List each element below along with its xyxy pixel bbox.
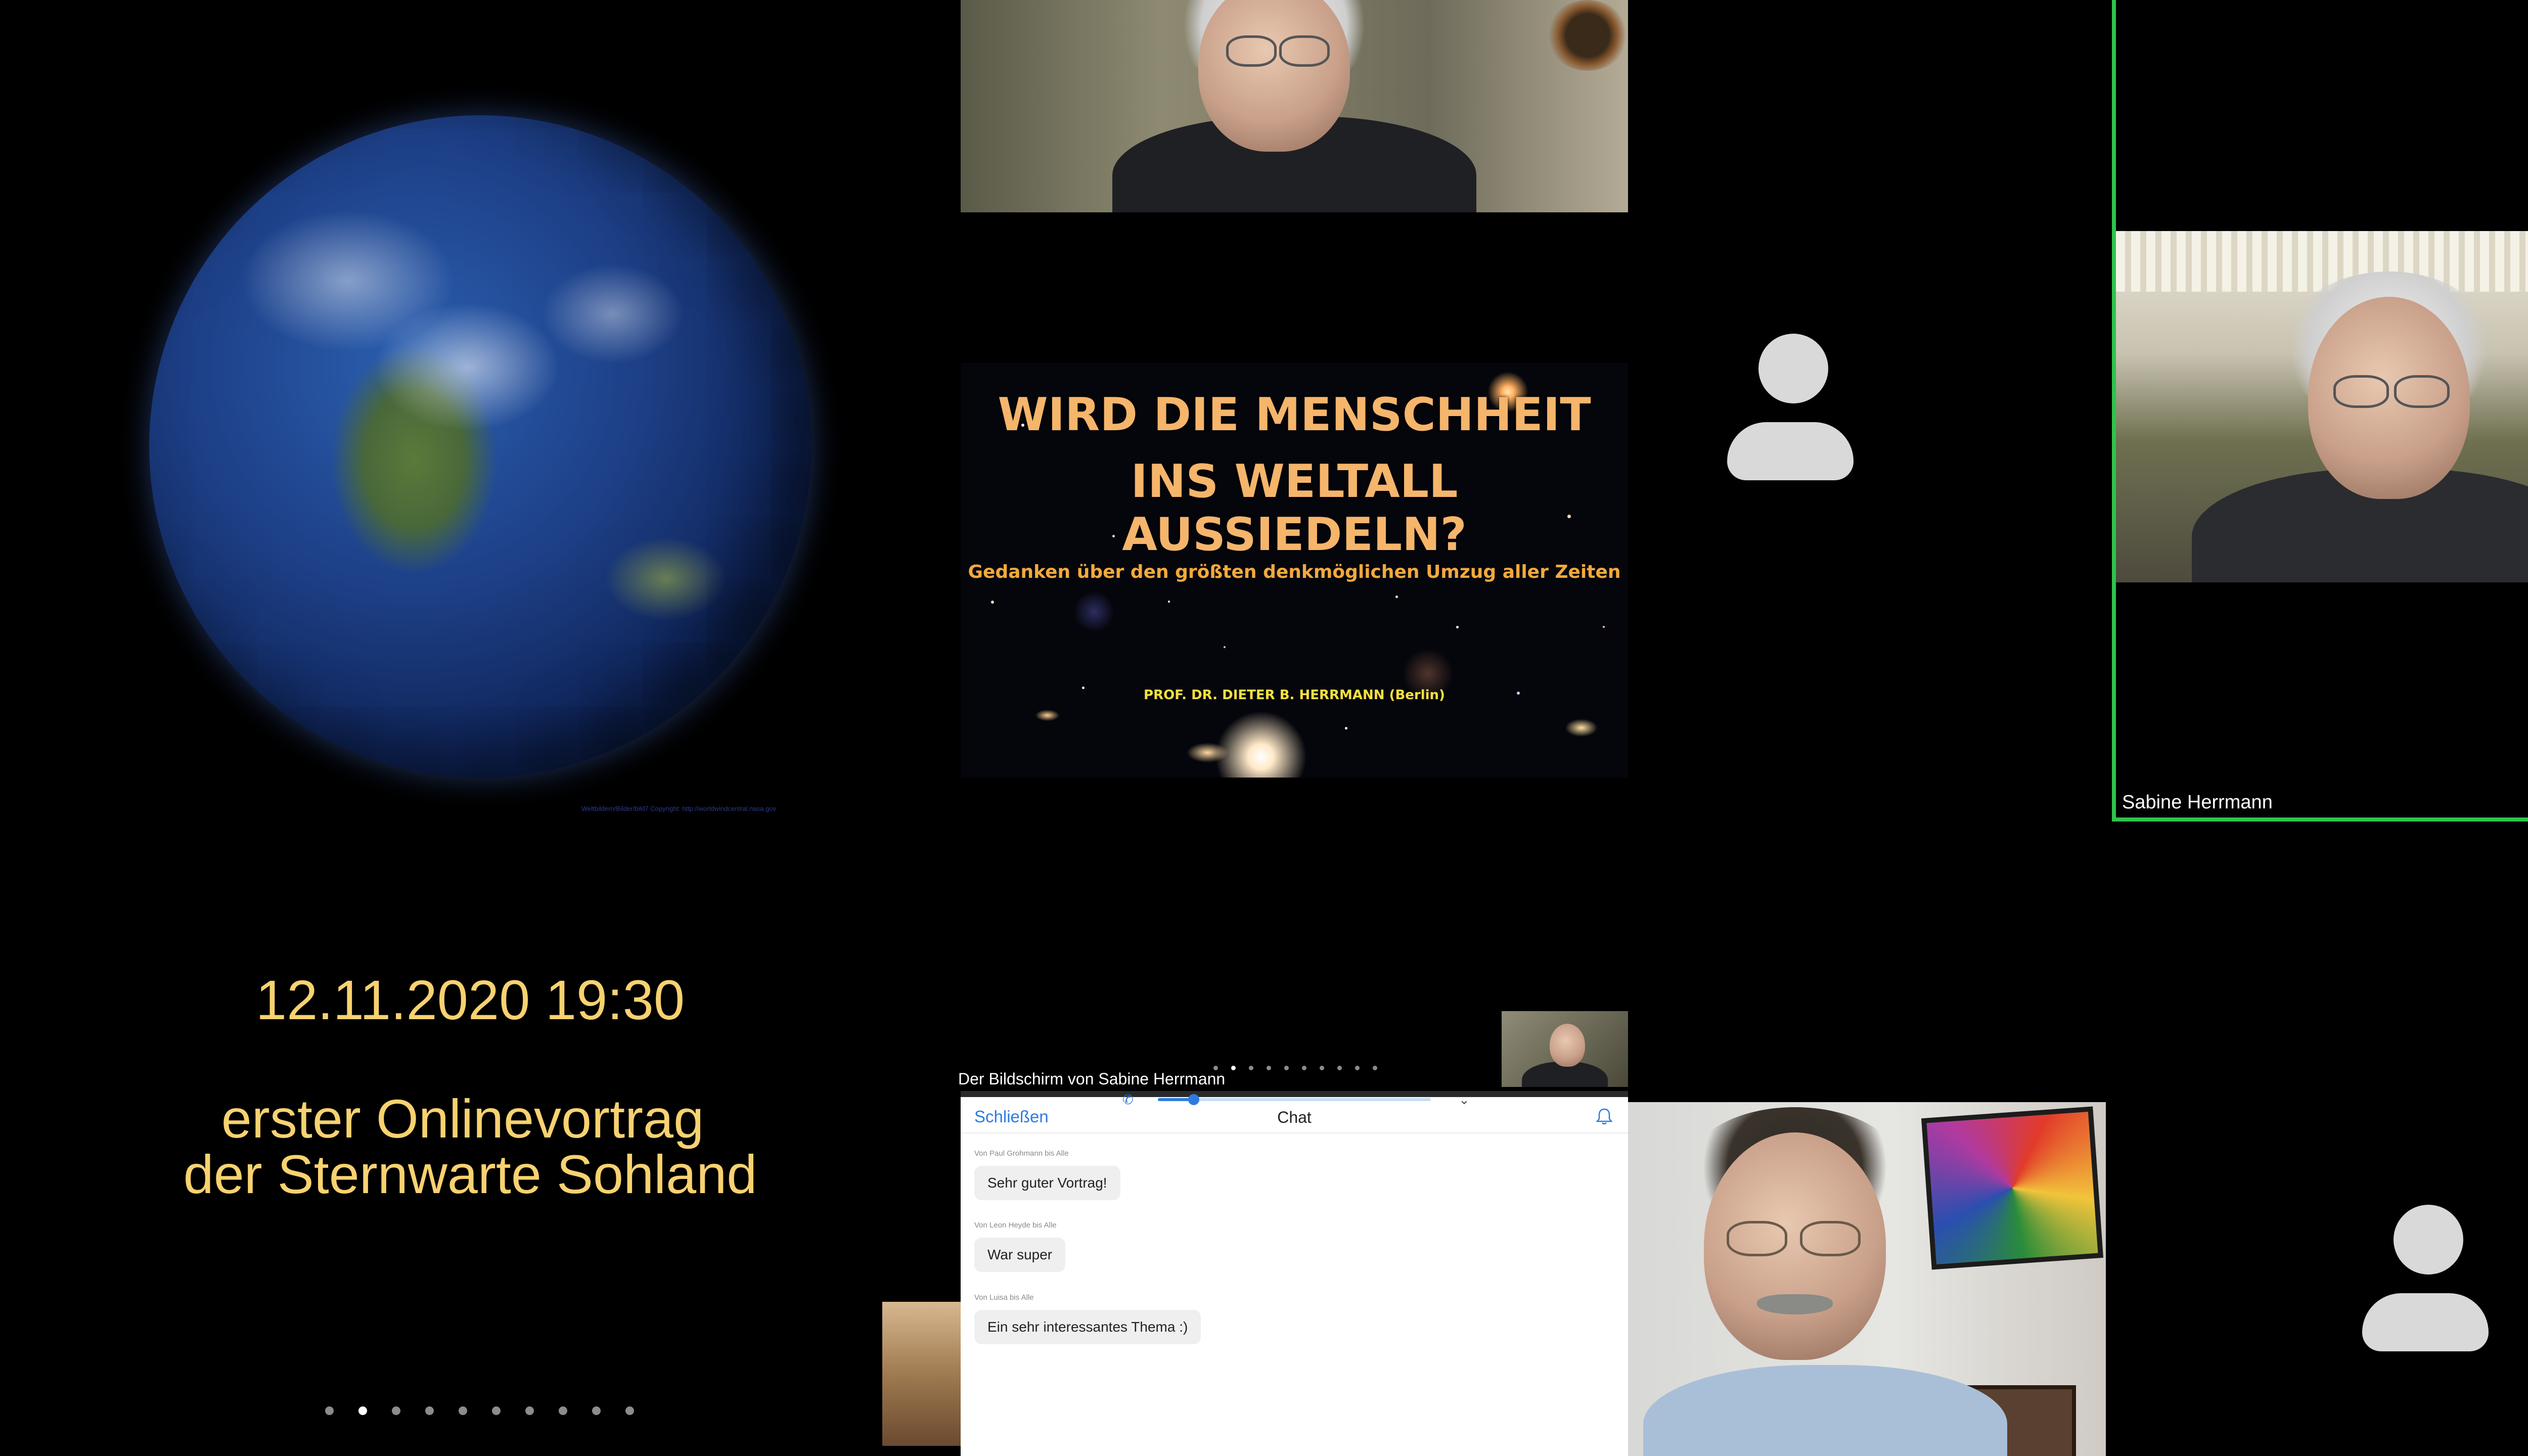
carousel-dot[interactable] (358, 1406, 367, 1415)
carousel-dot[interactable] (392, 1406, 400, 1415)
chat-message: Sehr guter Vortrag! (974, 1166, 1120, 1200)
participant-video-small[interactable] (1502, 1011, 1628, 1087)
carousel-dot[interactable] (325, 1406, 334, 1415)
participant-face (1550, 1024, 1585, 1067)
chevron-down-icon[interactable]: ⌄ (1459, 1092, 1474, 1107)
carousel-dot[interactable] (492, 1406, 501, 1415)
chat-top-bar (961, 1091, 1628, 1097)
carousel-dot[interactable] (1267, 1066, 1271, 1070)
participant-video-top[interactable] (961, 0, 1628, 212)
carousel-dot[interactable] (1284, 1066, 1289, 1070)
carousel-dots[interactable] (325, 1406, 634, 1415)
chat-message-meta: Von Luisa bis Alle (974, 1293, 1034, 1302)
bell-icon[interactable] (1594, 1106, 1614, 1126)
active-speaker-frame (2112, 0, 2528, 822)
user-avatar-icon (1727, 334, 1854, 480)
slide-title-line1: WIRD DIE MENSCHHEIT (998, 388, 1591, 441)
glasses (1279, 35, 1330, 67)
chat-message: War super (974, 1238, 1066, 1272)
participant-video-partial[interactable] (882, 1302, 961, 1446)
event-title-line1: erster Onlinevortrag (221, 1088, 704, 1149)
volume-slider-handle[interactable] (1188, 1094, 1199, 1105)
earth-image (149, 115, 811, 778)
active-speaker-name: Sabine Herrmann (2122, 792, 2273, 813)
participant-face (1198, 0, 1350, 152)
carousel-dot[interactable] (1249, 1066, 1253, 1070)
chat-title: Chat (1277, 1108, 1312, 1126)
chat-divider (961, 1132, 1628, 1133)
moustache (1757, 1294, 1833, 1314)
glasses (1727, 1221, 1787, 1256)
glasses (1800, 1221, 1861, 1256)
carousel-dot[interactable] (1231, 1066, 1236, 1070)
wall-decoration (1547, 0, 1628, 71)
carousel-dot[interactable] (592, 1406, 601, 1415)
carousel-dot[interactable] (1213, 1066, 1218, 1070)
screen-share-dots[interactable] (1213, 1066, 1377, 1070)
chat-message-meta: Von Paul Grohmann bis Alle (974, 1149, 1069, 1158)
carousel-dot[interactable] (559, 1406, 567, 1415)
participant-video-bottom[interactable] (1628, 1102, 2106, 1456)
carousel-dot[interactable] (425, 1406, 434, 1415)
chat-panel: ✆ ⌄ Schließen Chat Von Paul Grohmann bis… (961, 1091, 1628, 1456)
carousel-dot[interactable] (1337, 1066, 1342, 1070)
presentation-slide: WIRD DIE MENSCHHEIT INS WELTALL AUSSIEDE… (961, 363, 1628, 778)
carousel-dot[interactable] (1302, 1066, 1306, 1070)
carousel-dot[interactable] (1373, 1066, 1377, 1070)
carousel-dot[interactable] (525, 1406, 534, 1415)
event-date: 12.11.2020 19:30 (255, 969, 685, 1031)
carousel-dot[interactable] (459, 1406, 467, 1415)
carousel-dot[interactable] (625, 1406, 634, 1415)
slide-title-line2: INS WELTALL AUSSIEDELN? (1122, 455, 1467, 561)
user-avatar-icon (2362, 1205, 2489, 1351)
participant-body (1643, 1365, 2007, 1456)
phone-icon[interactable]: ✆ (1122, 1092, 1138, 1107)
chat-message-meta: Von Leon Heyde bis Alle (974, 1221, 1057, 1230)
carousel-dot[interactable] (1355, 1066, 1360, 1070)
wall-painting (1921, 1106, 2104, 1270)
carousel-dot[interactable] (1320, 1066, 1324, 1070)
slide-subtitle: Gedanken über den größten denkmöglichen … (968, 562, 1621, 582)
slide-author: PROF. DR. DIETER B. HERRMANN (Berlin) (1144, 688, 1445, 703)
image-credit: Weltbildern/Bilder/bild7 Copyright: http… (581, 805, 776, 812)
glasses (1226, 35, 1277, 67)
event-title-line2: der Sternwarte Sohland (183, 1144, 757, 1205)
screen-share-label: Der Bildschirm von Sabine Herrmann (958, 1070, 1226, 1088)
chat-message: Ein sehr interessantes Thema :) (974, 1310, 1201, 1344)
